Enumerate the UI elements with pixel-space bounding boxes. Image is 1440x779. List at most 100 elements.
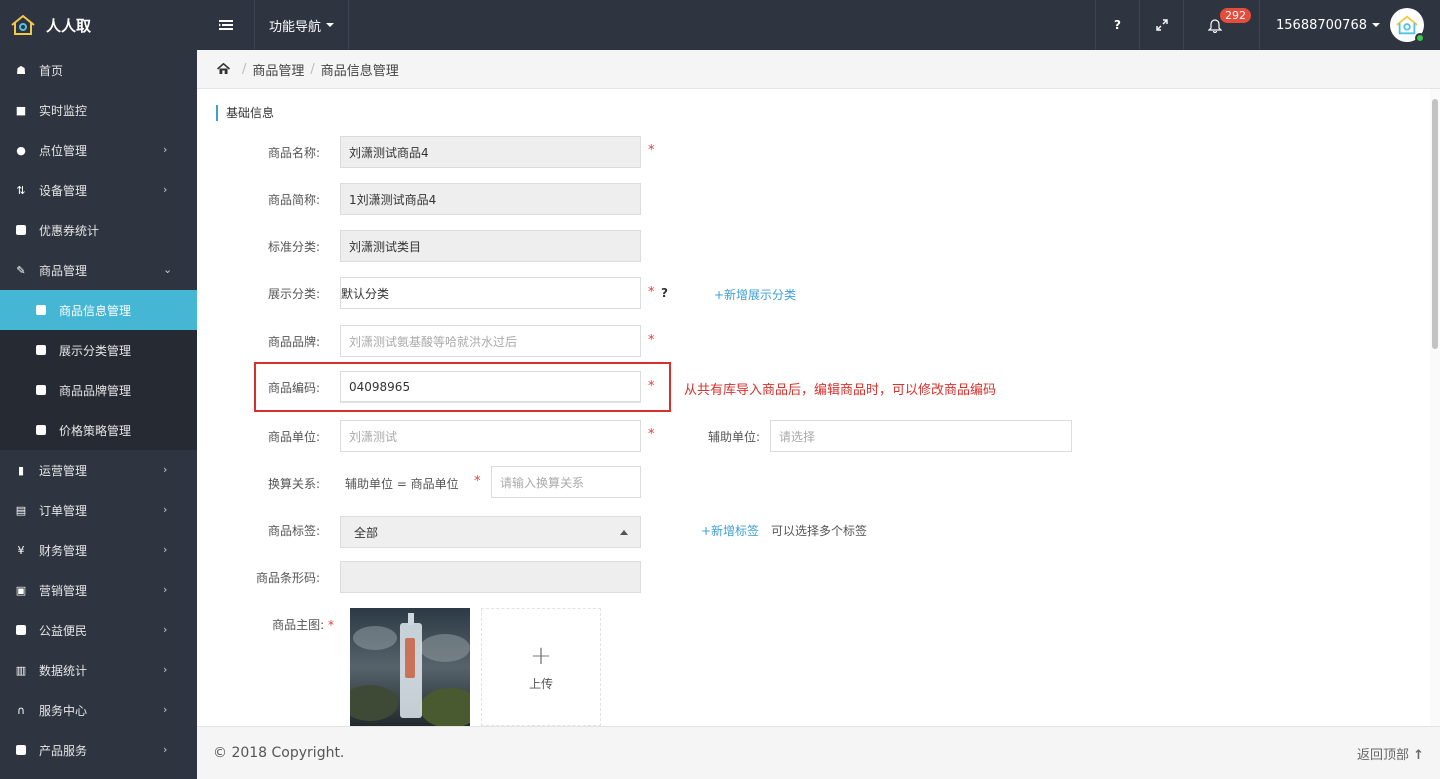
display-category-label: 展示分类: (267, 287, 320, 301)
bookmark-icon: ▮ (17, 463, 25, 477)
product-code-value: 04098965 (349, 379, 411, 394)
sidebar-item[interactable]: ● 点位管理 › (0, 130, 197, 170)
sidebar-item-label: 商品信息管理 (59, 303, 132, 318)
menu-toggle-icon[interactable] (218, 17, 234, 33)
sidebar-item-label: 数据统计 (39, 663, 88, 678)
square-shape (36, 425, 46, 435)
avatar[interactable] (1390, 8, 1425, 43)
back-to-top-label: 返回顶部 (1356, 747, 1409, 763)
sidebar-item-label: 价格策略管理 (59, 423, 132, 438)
function-nav-label: 功能导航 (269, 19, 322, 35)
sidebar-item[interactable]: ✎ 商品管理 ⌄ (0, 250, 197, 290)
product-photo (350, 608, 470, 726)
product-name-field: 刘潇测试商品4 (340, 136, 641, 168)
plus-icon: + (530, 640, 552, 671)
section-title: 基础信息 (216, 105, 274, 121)
product-code-label: 商品编码: (267, 381, 320, 395)
brand-select[interactable]: 刘潇测试氨基酸等哈就洪水过后 (340, 325, 641, 357)
add-tag-link[interactable]: +新增标签 (701, 522, 759, 539)
video-camera-icon: ■ (15, 103, 27, 117)
unit-select[interactable]: 刘潇测试 (340, 420, 641, 452)
upload-button[interactable]: + 上传 (481, 608, 601, 726)
product-image-thumbnail[interactable] (350, 608, 470, 726)
sidebar-item[interactable]: ■ 实时监控 (0, 90, 197, 130)
sidebar-item[interactable]: ⇅ 设备管理 › (0, 170, 197, 210)
main-image-label-text: 商品主图: (272, 618, 325, 632)
breadcrumb-separator: / (242, 61, 247, 77)
unit-placeholder: 刘潇测试 (349, 429, 398, 444)
add-display-category-link[interactable]: +新增展示分类 (714, 286, 796, 303)
caret-down-icon (1372, 23, 1380, 27)
brand-label: 商品品牌: (267, 335, 320, 349)
function-nav-menu[interactable]: 功能导航 (254, 0, 350, 50)
display-category-select[interactable]: 默认分类 (340, 277, 641, 309)
chevron-down-icon: ⌄ (163, 263, 173, 276)
scrollbar-thumb[interactable] (1432, 99, 1438, 349)
vertical-scrollbar[interactable] (1430, 89, 1440, 726)
sidebar-item-label: 商品品牌管理 (59, 383, 132, 398)
tags-label: 商品标签: (267, 524, 320, 538)
yen-icon: ¥ (17, 543, 25, 557)
tags-hint: 可以选择多个标签 (771, 524, 868, 538)
sidebar-item-label: 订单管理 (39, 503, 88, 518)
help-icon[interactable]: ? (661, 286, 668, 300)
breadcrumb: / 商品管理 / 商品信息管理 (197, 50, 1440, 89)
notifications-button[interactable]: 292 (1183, 0, 1259, 50)
top-bar: 人人取 功能导航 ? 292 15688700768 (0, 0, 1440, 50)
house-avatar-icon (1396, 15, 1418, 35)
sidebar-item[interactable]: 商品品牌管理 (0, 370, 197, 410)
sidebar-item-label: 公益便民 (39, 623, 88, 638)
product-code-input[interactable]: 04098965 (340, 371, 641, 403)
sidebar-item[interactable]: ▤ 订单管理 › (0, 490, 197, 530)
home-icon: ☗ (16, 63, 26, 77)
required-mark: * (328, 618, 334, 632)
back-to-top-link[interactable]: 返回顶部 ↑ (1357, 744, 1424, 763)
conversion-input[interactable]: 请输入换算关系 (491, 466, 641, 498)
chevron-right-icon: › (163, 503, 168, 516)
square-icon (15, 745, 27, 755)
house-logo-icon (11, 14, 35, 35)
sidebar-item-label: 展示分类管理 (59, 343, 132, 358)
sidebar-item[interactable]: ▣ 营销管理 › (0, 570, 197, 610)
main-image-label: 商品主图: * (200, 616, 334, 633)
sidebar-item-label: 财务管理 (39, 543, 88, 558)
sidebar-item[interactable]: 优惠券统计 (0, 210, 197, 250)
breadcrumb-item-product-management[interactable]: 商品管理 (252, 60, 304, 79)
map-marker-icon: ● (16, 143, 26, 157)
user-menu[interactable]: 15688700768 (1259, 0, 1440, 50)
square-icon (35, 385, 47, 395)
sidebar-item[interactable]: ▮ 运营管理 › (0, 450, 197, 490)
square-shape (16, 745, 26, 755)
home-icon[interactable] (217, 63, 230, 75)
std-category-value: 刘潇测试类目 (349, 239, 422, 254)
square-icon (15, 625, 27, 635)
sidebar-item[interactable]: 产品服务 › (0, 730, 197, 770)
sidebar-item[interactable]: ¥ 财务管理 › (0, 530, 197, 570)
conversion-placeholder: 请输入换算关系 (500, 475, 585, 490)
annotation-note: 从共有库导入商品后，编辑商品时，可以修改商品编码 (684, 383, 997, 398)
edit-icon: ✎ (16, 263, 26, 277)
aux-unit-select[interactable]: 请选择 (770, 420, 1072, 452)
fullscreen-button[interactable] (1139, 0, 1183, 50)
barcode-label: 商品条形码: (255, 571, 320, 585)
sidebar-submenu: 商品信息管理 展示分类管理 商品品牌管理 价格策略管理 (0, 290, 197, 450)
sidebar-item[interactable]: 商品信息管理 (0, 290, 197, 330)
chevron-right-icon: › (163, 183, 168, 196)
aux-unit-placeholder: 请选择 (779, 429, 816, 444)
gift-icon: ▣ (15, 583, 27, 597)
chevron-right-icon: › (163, 463, 168, 476)
brand[interactable]: 人人取 (0, 0, 197, 50)
sidebar-item[interactable]: ☗ 首页 (0, 50, 197, 90)
square-shape (36, 345, 46, 355)
help-button[interactable]: ? (1095, 0, 1139, 50)
sidebar-item[interactable]: ∩ 服务中心 › (0, 690, 197, 730)
sidebar-item[interactable]: 展示分类管理 (0, 330, 197, 370)
square-icon (35, 305, 47, 315)
tags-select[interactable]: 全部 (340, 516, 641, 548)
sidebar-item[interactable]: 价格策略管理 (0, 410, 197, 450)
sidebar-item-label: 实时监控 (39, 103, 88, 118)
sidebar-item[interactable]: 公益便民 › (0, 610, 197, 650)
caret-down-icon (326, 23, 335, 27)
short-name-label: 商品简称: (267, 193, 320, 207)
sidebar-item[interactable]: ▥ 数据统计 › (0, 650, 197, 690)
